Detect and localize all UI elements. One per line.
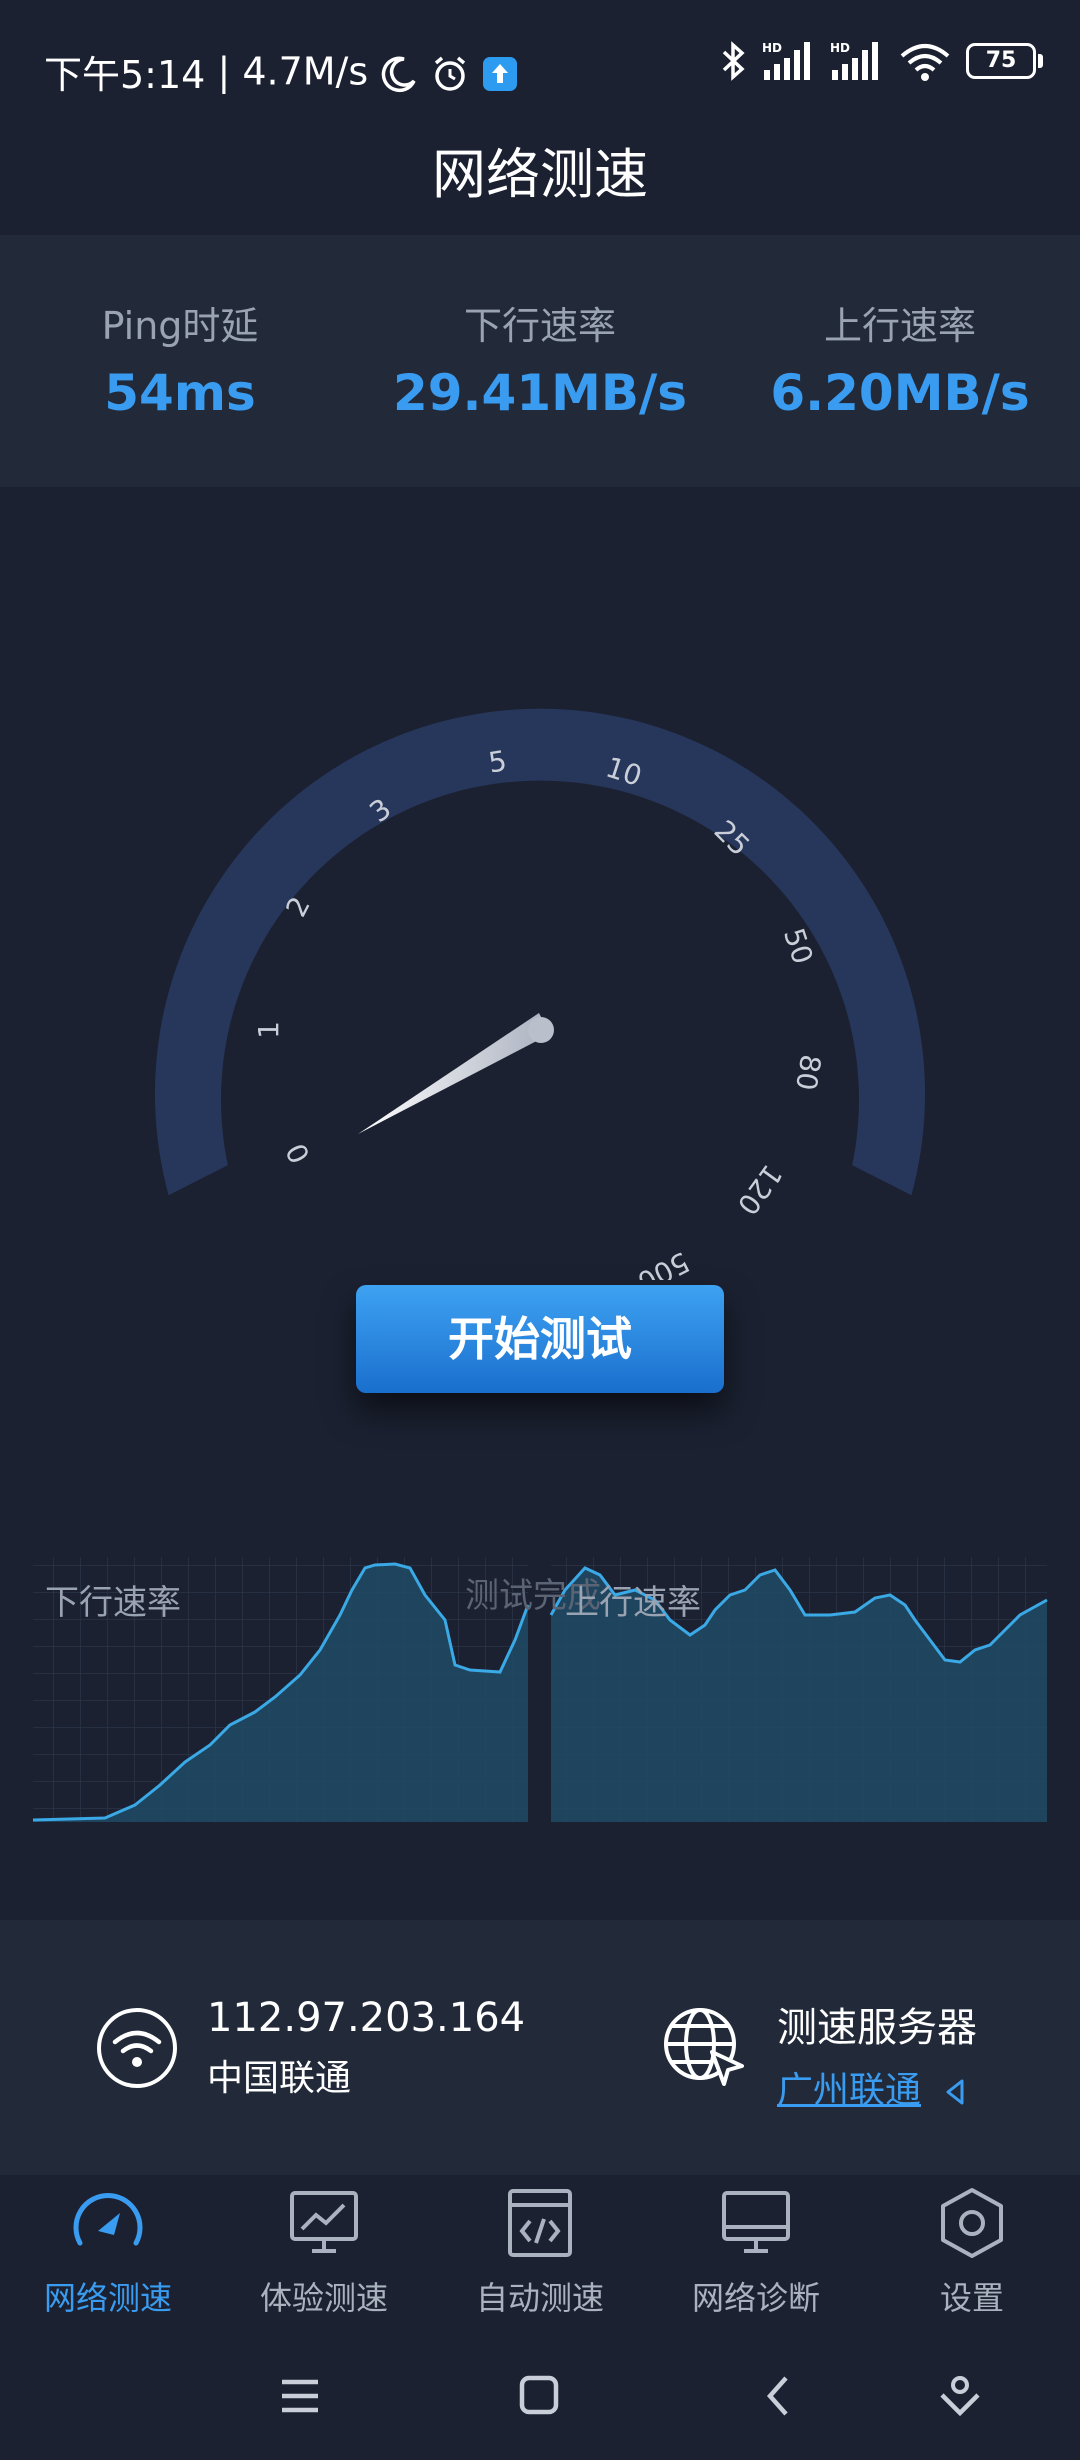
- download-stat: 下行速率 29.41MB/s: [360, 295, 720, 422]
- server-name-link[interactable]: 广州联通: [777, 2070, 921, 2111]
- ping-label: Ping时延: [101, 304, 259, 348]
- gauge-needle-hub: [528, 1017, 554, 1043]
- download-value: 29.41MB/s: [392, 364, 688, 422]
- wifi-circle-icon: [97, 2008, 177, 2088]
- status-bar: 下午5:14 | 4.7M/s HD HD 75: [0, 0, 1080, 130]
- upload-stat: 上行速率 6.20MB/s: [720, 295, 1080, 422]
- speed-gauge: 01235 10255080120500: [155, 708, 925, 1280]
- nav-tab-experience-speed[interactable]: 体验测速: [216, 2185, 432, 2319]
- back-icon[interactable]: [766, 2376, 788, 2416]
- page-title: 网络测速: [432, 143, 648, 206]
- code-window-icon: [508, 2189, 572, 2257]
- gauge-tick-label: 500: [632, 1245, 695, 1280]
- wifi-icon: [900, 44, 950, 81]
- nav-label: 体验测速: [259, 2279, 388, 2317]
- start-test-button[interactable]: 开始测试: [356, 1285, 724, 1393]
- gauge-tick-label: 0: [279, 1138, 316, 1169]
- signal-hd-icon-2: HD: [830, 41, 878, 80]
- hexagon-gear-icon: [941, 2188, 1003, 2258]
- system-nav-bar: [282, 2375, 980, 2417]
- moon-icon: [380, 50, 430, 94]
- nav-label: 自动测速: [475, 2279, 604, 2317]
- server-selector[interactable]: 广州联通: [777, 2061, 977, 2113]
- signal-hd-icon: HD: [762, 41, 810, 80]
- ping-value: 54ms: [104, 364, 256, 422]
- chart-monitor-icon: [290, 2191, 358, 2253]
- ping-stat: Ping时延 54ms: [0, 295, 360, 422]
- upload-value: 6.20MB/s: [770, 364, 1030, 422]
- upload-notification-icon: [482, 50, 518, 94]
- server-title: 测速服务器: [777, 2005, 977, 2051]
- download-chart-label: 下行速率: [45, 1583, 181, 1623]
- upload-label: 上行速率: [823, 304, 976, 348]
- gauge-tick-label: 120: [731, 1158, 789, 1221]
- status-time: 下午5:14: [44, 53, 206, 97]
- nav-label: 网络测速: [43, 2279, 172, 2317]
- ip-info: 112.97.203.164 中国联通: [207, 1995, 525, 2101]
- svg-text:HD: HD: [830, 41, 850, 55]
- battery-icon: 75: [966, 43, 1043, 79]
- home-icon[interactable]: [519, 2375, 559, 2415]
- menu-icon[interactable]: [282, 2379, 318, 2413]
- isp-name: 中国联通: [207, 2058, 352, 2099]
- bluetooth-icon: [722, 41, 745, 81]
- network-speed: 4.7M/s: [242, 49, 369, 94]
- status-separator: |: [217, 49, 243, 94]
- nav-label: 网络诊断: [691, 2279, 820, 2317]
- nav-tab-network-diagnosis[interactable]: 网络诊断: [648, 2185, 864, 2319]
- gauge-tick-label: 80: [789, 1052, 827, 1092]
- assistant-icon[interactable]: [940, 2376, 980, 2417]
- server-info: 测速服务器 广州联通: [777, 1995, 977, 2113]
- ip-address: 112.97.203.164: [207, 1995, 526, 2041]
- nav-tab-settings[interactable]: 设置: [864, 2185, 1080, 2319]
- speedometer-icon: [73, 2193, 143, 2246]
- alarm-icon: [430, 49, 482, 93]
- globe-cursor-icon: [664, 2008, 744, 2086]
- gauge-tick-label: 2: [279, 891, 316, 922]
- svg-text:HD: HD: [762, 41, 782, 55]
- upload-chart-label: 上行速率: [565, 1583, 701, 1623]
- gauge-tick-label: 1: [252, 1021, 285, 1039]
- status-right: HD HD 75: [718, 40, 1043, 82]
- caret-left-icon[interactable]: [942, 2077, 968, 2107]
- nav-tab-network-speed[interactable]: 网络测速: [0, 2185, 216, 2319]
- gauge-needle: [358, 1013, 550, 1134]
- nav-label: 设置: [939, 2279, 1004, 2317]
- monitor-icon: [722, 2191, 790, 2253]
- nav-tab-auto-speed[interactable]: 自动测速: [432, 2185, 648, 2319]
- download-label: 下行速率: [463, 304, 616, 348]
- status-left: 下午5:14 | 4.7M/s: [44, 44, 518, 99]
